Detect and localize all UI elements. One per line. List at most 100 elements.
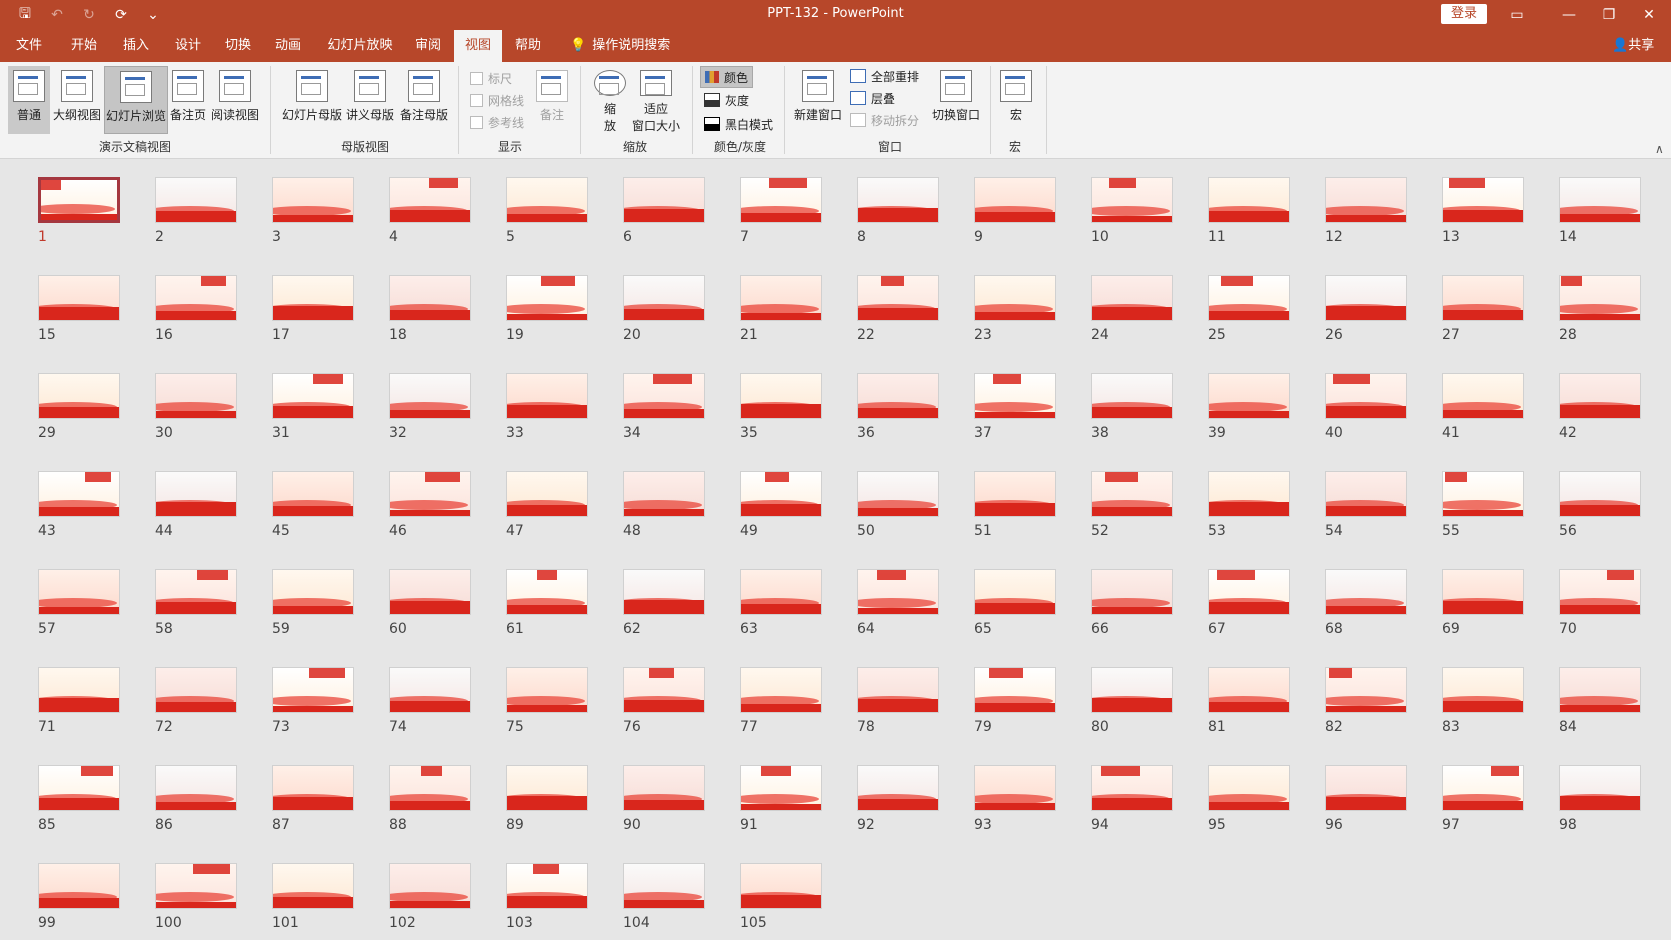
- slide-thumbnail[interactable]: [1208, 275, 1290, 321]
- slide-thumbnail[interactable]: [389, 373, 471, 419]
- slide-thumbnail[interactable]: [38, 667, 120, 713]
- slide-thumbnail[interactable]: [155, 569, 237, 615]
- slide-thumbnail[interactable]: [272, 275, 354, 321]
- slide-thumbnail[interactable]: [1208, 177, 1290, 223]
- tab-review[interactable]: 审阅: [408, 30, 448, 62]
- move-split-button[interactable]: 移动拆分: [846, 110, 923, 130]
- slide-thumbnail[interactable]: [740, 177, 822, 223]
- slide-thumbnail[interactable]: [1091, 667, 1173, 713]
- tab-view[interactable]: 视图: [454, 30, 502, 62]
- slide-thumbnail[interactable]: [389, 569, 471, 615]
- notes-button[interactable]: 备注: [532, 66, 572, 134]
- slide-thumbnail[interactable]: [38, 569, 120, 615]
- slide-thumbnail[interactable]: [389, 177, 471, 223]
- slide-thumbnail[interactable]: [1208, 667, 1290, 713]
- tab-insert[interactable]: 插入: [116, 30, 156, 62]
- gridlines-checkbox[interactable]: 网格线: [470, 92, 524, 109]
- slide-thumbnail[interactable]: [1325, 765, 1407, 811]
- slide-thumbnail[interactable]: [38, 275, 120, 321]
- slide-thumbnail[interactable]: [1091, 275, 1173, 321]
- slide-thumbnail[interactable]: [740, 765, 822, 811]
- slide-thumbnail[interactable]: [623, 765, 705, 811]
- slide-thumbnail[interactable]: [155, 177, 237, 223]
- slide-thumbnail[interactable]: [974, 177, 1056, 223]
- slide-thumbnail[interactable]: [740, 275, 822, 321]
- collapse-ribbon-icon[interactable]: ∧: [1655, 142, 1664, 156]
- slide-thumbnail[interactable]: [740, 471, 822, 517]
- slide-thumbnail[interactable]: [1442, 569, 1524, 615]
- slide-thumbnail[interactable]: [623, 275, 705, 321]
- slide-thumbnail[interactable]: [623, 471, 705, 517]
- share-button[interactable]: 👤共享: [1612, 30, 1654, 62]
- normal-view-button[interactable]: 普通: [8, 66, 50, 134]
- slide-thumbnail[interactable]: [1091, 177, 1173, 223]
- slide-thumbnail[interactable]: [38, 373, 120, 419]
- slide-thumbnail[interactable]: [857, 373, 939, 419]
- slide-thumbnail[interactable]: [974, 471, 1056, 517]
- slide-thumbnail[interactable]: [740, 569, 822, 615]
- slide-sorter-button[interactable]: 幻灯片浏览: [104, 66, 168, 134]
- notes-master-button[interactable]: 备注母版: [398, 66, 450, 134]
- slide-thumbnail[interactable]: [389, 471, 471, 517]
- slide-thumbnail[interactable]: [623, 863, 705, 909]
- slide-thumbnail[interactable]: [1442, 471, 1524, 517]
- notes-page-button[interactable]: 备注页: [168, 66, 208, 134]
- slide-thumbnail[interactable]: [506, 373, 588, 419]
- slide-thumbnail[interactable]: [857, 667, 939, 713]
- slide-thumbnail[interactable]: [506, 667, 588, 713]
- color-button[interactable]: 颜色: [700, 66, 754, 88]
- tab-design[interactable]: 设计: [168, 30, 208, 62]
- slide-thumbnail[interactable]: [506, 275, 588, 321]
- slide-thumbnail[interactable]: [38, 863, 120, 909]
- slide-thumbnail[interactable]: [272, 471, 354, 517]
- slide-thumbnail[interactable]: [506, 863, 588, 909]
- login-button[interactable]: 登录: [1441, 4, 1487, 24]
- slide-thumbnail[interactable]: [38, 177, 120, 223]
- fit-to-window-button[interactable]: 适应 窗口大小: [628, 66, 684, 134]
- black-white-button[interactable]: 黑白模式: [700, 114, 777, 134]
- macros-button[interactable]: 宏: [996, 66, 1036, 134]
- slide-thumbnail[interactable]: [272, 373, 354, 419]
- tab-slideshow[interactable]: 幻灯片放映: [320, 30, 400, 62]
- slide-thumbnail[interactable]: [857, 177, 939, 223]
- tab-file[interactable]: 文件: [10, 30, 48, 62]
- slide-thumbnail[interactable]: [857, 569, 939, 615]
- guides-checkbox[interactable]: 参考线: [470, 114, 524, 131]
- slide-thumbnail[interactable]: [272, 569, 354, 615]
- slide-thumbnail[interactable]: [272, 863, 354, 909]
- slide-master-button[interactable]: 幻灯片母版: [280, 66, 344, 134]
- slide-thumbnail[interactable]: [740, 373, 822, 419]
- close-icon[interactable]: ✕: [1626, 0, 1671, 30]
- slide-thumbnail[interactable]: [38, 765, 120, 811]
- slide-thumbnail[interactable]: [1208, 373, 1290, 419]
- slide-thumbnail[interactable]: [1559, 275, 1641, 321]
- slide-thumbnail[interactable]: [389, 275, 471, 321]
- slide-thumbnail[interactable]: [1559, 667, 1641, 713]
- slide-thumbnail[interactable]: [1325, 373, 1407, 419]
- ribbon-display-options-icon[interactable]: ▭: [1494, 0, 1540, 30]
- slide-thumbnail[interactable]: [623, 373, 705, 419]
- slide-thumbnail[interactable]: [1559, 569, 1641, 615]
- slide-thumbnail[interactable]: [1442, 275, 1524, 321]
- reading-view-button[interactable]: 阅读视图: [210, 66, 260, 134]
- slide-thumbnail[interactable]: [1208, 569, 1290, 615]
- tab-help[interactable]: 帮助: [508, 30, 548, 62]
- arrange-all-button[interactable]: 全部重排: [846, 66, 923, 86]
- slide-thumbnail[interactable]: [857, 765, 939, 811]
- slide-thumbnail[interactable]: [1091, 373, 1173, 419]
- slide-thumbnail[interactable]: [155, 765, 237, 811]
- slide-thumbnail[interactable]: [1325, 471, 1407, 517]
- slide-thumbnail[interactable]: [1559, 471, 1641, 517]
- slide-thumbnail[interactable]: [1091, 765, 1173, 811]
- slide-thumbnail[interactable]: [1325, 177, 1407, 223]
- slide-thumbnail[interactable]: [1442, 373, 1524, 419]
- slide-thumbnail[interactable]: [1559, 765, 1641, 811]
- zoom-button[interactable]: 缩 放: [588, 66, 632, 134]
- slide-thumbnail[interactable]: [155, 373, 237, 419]
- slide-thumbnail[interactable]: [1208, 765, 1290, 811]
- slide-thumbnail[interactable]: [389, 667, 471, 713]
- grayscale-button[interactable]: 灰度: [700, 90, 753, 110]
- slide-thumbnail[interactable]: [974, 667, 1056, 713]
- slide-thumbnail[interactable]: [38, 471, 120, 517]
- slide-thumbnail[interactable]: [506, 177, 588, 223]
